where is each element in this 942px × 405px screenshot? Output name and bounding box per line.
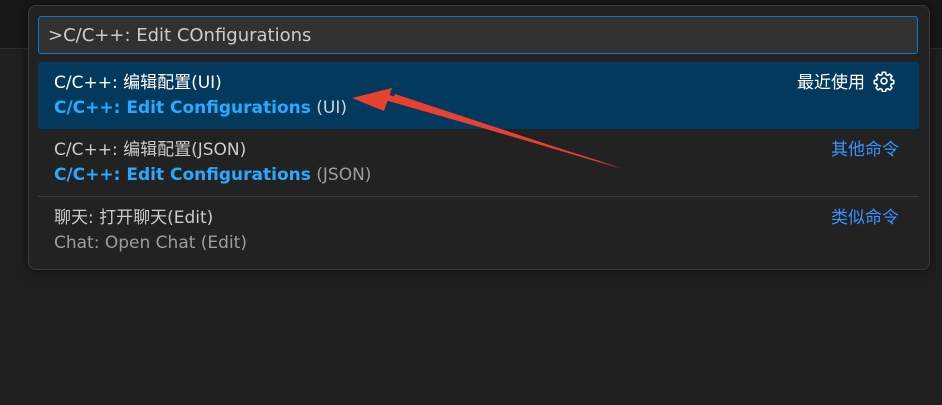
command-item-open-chat-edit[interactable]: 聊天: 打开聊天(Edit) Chat: Open Chat (Edit) 类似… [38, 196, 919, 263]
command-item-detail-suffix: (JSON) [310, 165, 372, 185]
command-results-list: C/C++: 编辑配置(UI) C/C++: Edit Configuratio… [38, 62, 919, 263]
gear-icon[interactable] [873, 70, 895, 92]
command-item-detail-match: C/C++: Edit Configurations [54, 165, 311, 185]
command-item-detail: C/C++: Edit Configurations (JSON) [54, 165, 371, 185]
command-palette: C/C++: 编辑配置(UI) C/C++: Edit Configuratio… [28, 5, 930, 270]
command-item-detail: Chat: Open Chat (Edit) [54, 233, 247, 253]
command-item-edit-configurations-ui[interactable]: C/C++: 编辑配置(UI) C/C++: Edit Configuratio… [38, 62, 919, 129]
command-item-detail-suffix: (UI) [310, 98, 347, 118]
command-item-group-label: 最近使用 [797, 68, 895, 93]
command-input-box[interactable] [38, 16, 918, 54]
recently-used-label: 最近使用 [797, 73, 865, 93]
other-commands-label: 其他命令 [831, 140, 899, 160]
command-item-detail: C/C++: Edit Configurations (UI) [54, 98, 347, 118]
command-item-detail-match: C/C++: Edit Configurations [54, 98, 311, 118]
command-item-label: C/C++: 编辑配置(JSON) [54, 140, 247, 160]
command-item-label: 聊天: 打开聊天(Edit) [54, 208, 214, 228]
similar-commands-label: 类似命令 [831, 208, 899, 228]
command-item-label: C/C++: 编辑配置(UI) [54, 73, 222, 93]
command-input[interactable] [39, 17, 917, 53]
command-item-edit-configurations-json[interactable]: C/C++: 编辑配置(JSON) C/C++: Edit Configurat… [38, 129, 919, 196]
